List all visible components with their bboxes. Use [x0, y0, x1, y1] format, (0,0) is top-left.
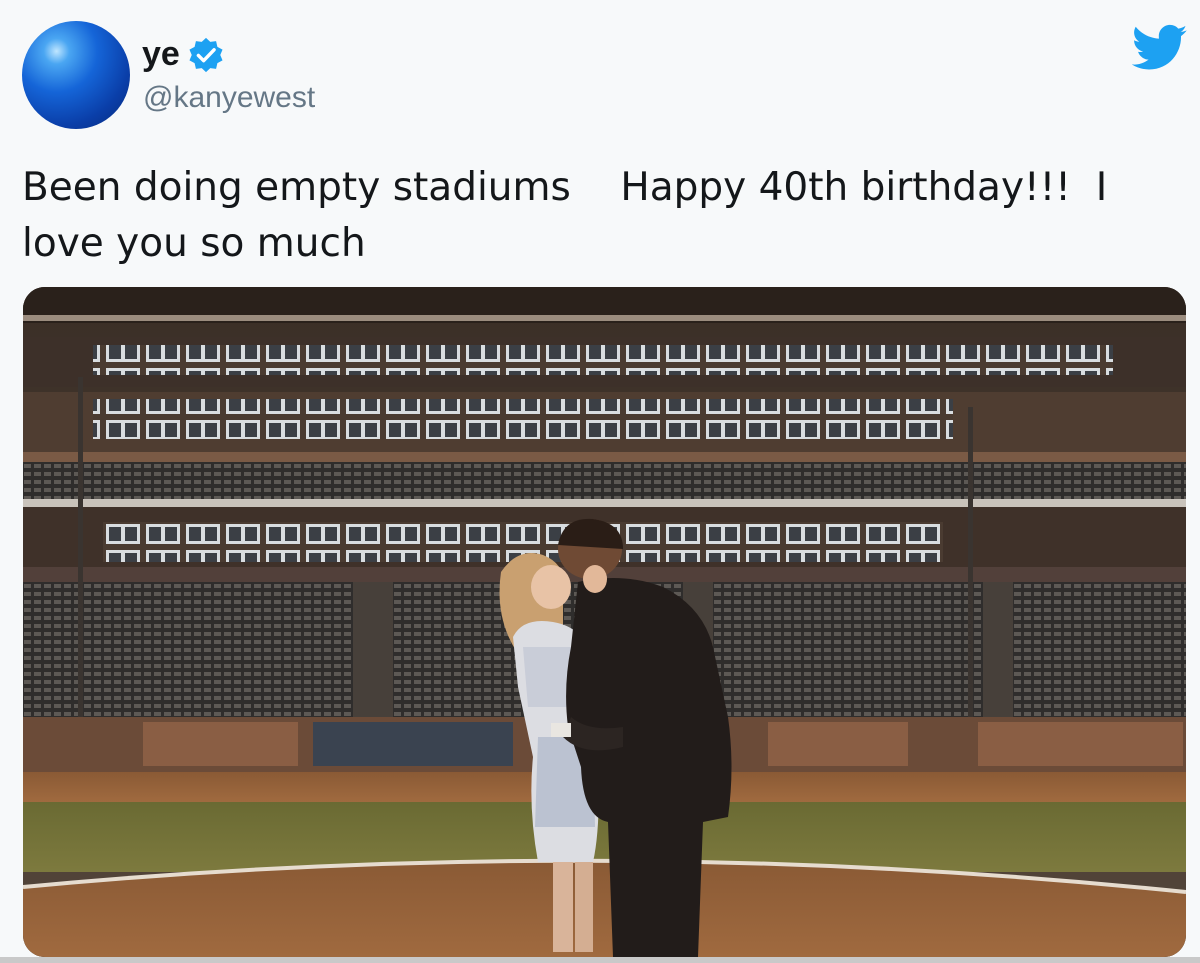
twitter-bird-icon[interactable]	[1132, 24, 1188, 72]
bottom-divider	[0, 957, 1200, 963]
verified-badge-icon	[189, 37, 223, 73]
tweet-text: Been doing empty stadiums Happy 40th bir…	[22, 165, 1120, 266]
user-handle[interactable]: @kanyewest	[143, 80, 315, 116]
avatar[interactable]	[22, 21, 130, 129]
display-name[interactable]: ye	[142, 34, 180, 74]
stadium-photo	[23, 287, 1186, 957]
tweet-card: ye @kanyewest Been doing empty stadiums …	[0, 0, 1200, 963]
tweet-photo[interactable]	[23, 287, 1186, 957]
